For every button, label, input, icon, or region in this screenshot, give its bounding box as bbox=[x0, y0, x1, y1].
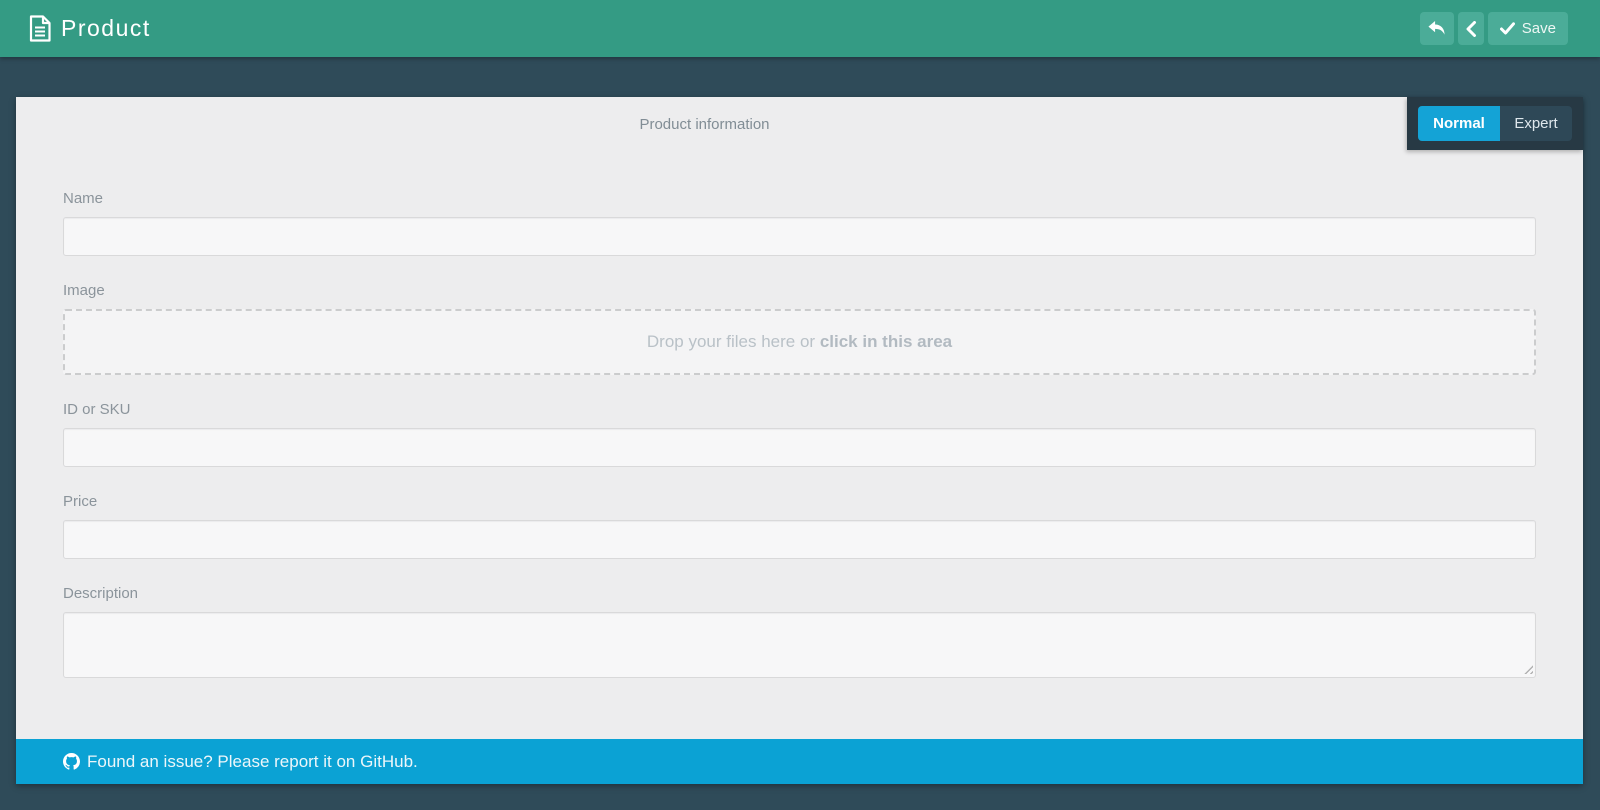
price-label: Price bbox=[63, 493, 98, 510]
header-actions: Save bbox=[1416, 12, 1568, 45]
dropzone-text-bold: click in this area bbox=[819, 332, 953, 351]
id-sku-label: ID or SKU bbox=[63, 401, 131, 418]
github-icon bbox=[63, 753, 80, 770]
issue-message: Found an issue? Please report it on GitH… bbox=[87, 751, 418, 771]
name-label: Name bbox=[63, 190, 104, 207]
description-label: Description bbox=[63, 585, 139, 602]
page-title: Product bbox=[61, 15, 151, 41]
product-form-card: Normal Expert Product information Name I… bbox=[16, 97, 1583, 784]
form-body: Product information Name Image Drop your… bbox=[16, 97, 1583, 739]
field-name: Name bbox=[63, 191, 1536, 256]
page: Product Save Normal Expert Product infor… bbox=[0, 0, 1600, 784]
tab-normal[interactable]: Normal bbox=[1418, 106, 1500, 141]
name-input[interactable] bbox=[63, 217, 1536, 256]
image-dropzone[interactable]: Drop your files here or click in this ar… bbox=[63, 309, 1536, 375]
header-title-group: Product bbox=[29, 15, 151, 42]
price-input[interactable] bbox=[63, 520, 1536, 559]
document-icon bbox=[29, 15, 51, 42]
description-textarea[interactable] bbox=[63, 612, 1536, 678]
app-header: Product Save bbox=[0, 0, 1600, 57]
tab-expert[interactable]: Expert bbox=[1500, 106, 1572, 141]
github-report-link[interactable]: Found an issue? Please report it on GitH… bbox=[63, 752, 418, 772]
check-icon bbox=[1499, 22, 1515, 35]
field-price: Price bbox=[63, 494, 1536, 559]
field-id-sku: ID or SKU bbox=[63, 402, 1536, 467]
dropzone-text-normal: Drop your files here or bbox=[646, 332, 816, 351]
product-form: Name Image Drop your files here or click… bbox=[63, 191, 1536, 678]
issue-report-bar: Found an issue? Please report it on GitH… bbox=[16, 739, 1583, 784]
undo-button[interactable] bbox=[1419, 12, 1454, 45]
field-description: Description bbox=[63, 586, 1536, 678]
image-label: Image bbox=[63, 282, 105, 299]
save-button-label: Save bbox=[1521, 20, 1556, 37]
save-button[interactable]: Save bbox=[1487, 12, 1568, 45]
chevron-left-icon bbox=[1465, 20, 1477, 37]
view-mode-toggle: Normal Expert bbox=[1407, 97, 1583, 150]
id-sku-input[interactable] bbox=[63, 428, 1536, 467]
undo-icon bbox=[1427, 20, 1446, 37]
back-button[interactable] bbox=[1457, 12, 1484, 45]
description-textarea-wrap bbox=[63, 612, 1536, 678]
dropzone-text: Drop your files here or click in this ar… bbox=[647, 332, 952, 352]
form-title: Product information bbox=[639, 116, 770, 133]
field-image: Image Drop your files here or click in t… bbox=[63, 283, 1536, 375]
main-content: Normal Expert Product information Name I… bbox=[0, 57, 1600, 784]
